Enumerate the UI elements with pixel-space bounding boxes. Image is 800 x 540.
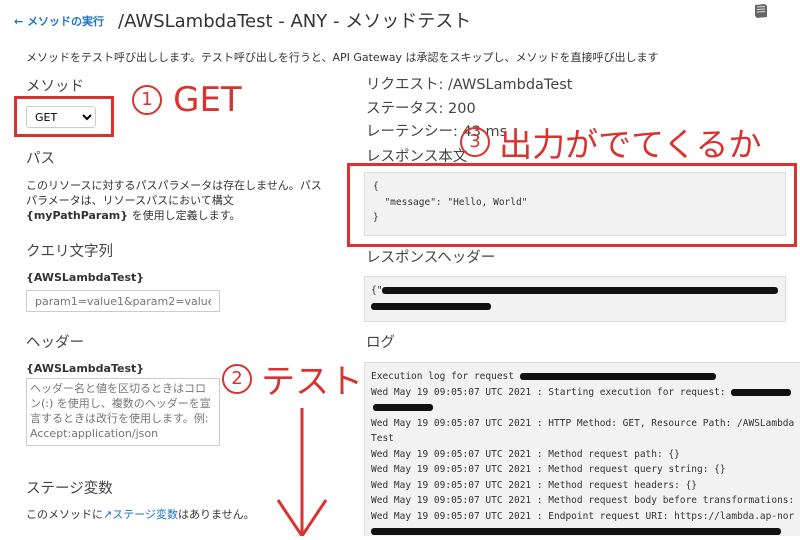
path-text-2: パラメータは、リソースパスにおいて構文 xyxy=(26,194,234,207)
back-link-label: メソッドの実行 xyxy=(27,15,105,28)
back-link[interactable]: ← メソッドの実行 xyxy=(14,13,104,29)
response-headers-prefix: {" xyxy=(371,285,383,296)
request-line: リクエスト: /AWSLambdaTest xyxy=(366,77,573,93)
response-body-line: { xyxy=(373,181,379,192)
annotation-2-text: テスト xyxy=(261,362,364,402)
redaction-bar xyxy=(373,404,433,411)
stage-variables-link[interactable]: ↗ステージ変数 xyxy=(103,508,178,521)
annotation-1-number: 1 xyxy=(132,85,162,115)
response-body: { "message": "Hello, World" } xyxy=(364,172,786,236)
query-resource: {AWSLambdaTest} xyxy=(26,271,145,284)
redaction-bar xyxy=(519,373,716,380)
log-line: Wed May 19 09:05:07 UTC 2021 : Method re… xyxy=(371,448,680,460)
redaction-bar xyxy=(371,302,491,310)
stage-link-label: ステージ変数 xyxy=(112,508,178,521)
log-line: Test xyxy=(371,433,394,444)
redaction-bar xyxy=(382,287,779,294)
stage-text-before: このメソッドに xyxy=(26,508,103,521)
method-select[interactable]: GET xyxy=(26,106,96,128)
method-heading: メソッド xyxy=(26,79,84,95)
log-line: Wed May 19 09:05:07 UTC 2021 : HTTP Meth… xyxy=(371,417,795,429)
query-string-input[interactable] xyxy=(26,290,220,312)
log-line: Wed May 19 09:05:07 UTC 2021 : Method re… xyxy=(371,479,698,491)
response-body-line: } xyxy=(373,212,379,223)
stage-text-after: はありません。 xyxy=(178,508,255,521)
page-title: /AWSLambdaTest - ANY - メソッドテスト xyxy=(118,11,472,32)
stage-variables-text: このメソッドに↗ステージ変数はありません。 xyxy=(26,507,255,522)
response-headers: {" xyxy=(364,276,786,322)
response-body-line: "message": "Hello, World" xyxy=(373,196,528,208)
headers-textarea[interactable] xyxy=(26,378,220,446)
path-description: このリソースに対するパスパラメータは存在しません。パス パラメータは、リソースパ… xyxy=(26,178,326,223)
log-output: Execution log for request Wed May 19 09:… xyxy=(364,362,800,536)
annotation-3: 3 出力がでてくるか xyxy=(460,118,761,166)
external-link-icon: ↗ xyxy=(103,508,113,521)
stage-variables-heading: ステージ変数 xyxy=(26,481,113,497)
response-headers-heading: レスポンスヘッダー xyxy=(366,250,496,266)
headers-resource: {AWSLambdaTest} xyxy=(26,362,145,375)
annotation-3-number: 3 xyxy=(460,127,490,157)
annotation-2-number: 2 xyxy=(222,363,252,394)
annotation-1: 1 GET xyxy=(132,80,242,120)
headers-heading: ヘッダー xyxy=(26,335,84,351)
log-line: Wed May 19 09:05:07 UTC 2021 : Starting … xyxy=(371,386,732,398)
path-text-1: このリソースに対するパスパラメータは存在しません。パス xyxy=(26,179,322,192)
path-heading: パス xyxy=(26,151,55,167)
status-line: ステータス: 200 xyxy=(366,101,476,117)
annotation-2: 2 テスト xyxy=(222,354,363,403)
annotation-1-text: GET xyxy=(173,80,242,120)
log-line: Wed May 19 09:05:07 UTC 2021 : Method re… xyxy=(371,464,726,475)
down-arrow-annotation xyxy=(276,408,328,536)
log-heading: ログ xyxy=(366,335,395,351)
redaction-bar xyxy=(731,388,792,396)
top-bar: ← メソッドの実行 /AWSLambdaTest - ANY - メソッドテスト xyxy=(0,0,800,38)
log-line: Wed May 19 09:05:07 UTC 2021 : Method re… xyxy=(371,495,795,506)
path-text-3: を使用し定義します。 xyxy=(128,209,241,222)
page-description: メソッドをテスト呼び出しします。テスト呼び出しを行うと、API Gateway … xyxy=(26,51,659,64)
log-line: Execution log for request xyxy=(371,371,520,382)
redaction-bar xyxy=(371,528,781,535)
path-param: {myPathParam} xyxy=(26,209,129,222)
back-arrow-icon: ← xyxy=(14,15,24,28)
book-icon[interactable] xyxy=(752,3,770,19)
log-line: Wed May 19 09:05:07 UTC 2021 : Endpoint … xyxy=(371,510,795,522)
query-heading: クエリ文字列 xyxy=(26,244,113,260)
annotation-3-text: 出力がでてくるか xyxy=(499,125,762,164)
